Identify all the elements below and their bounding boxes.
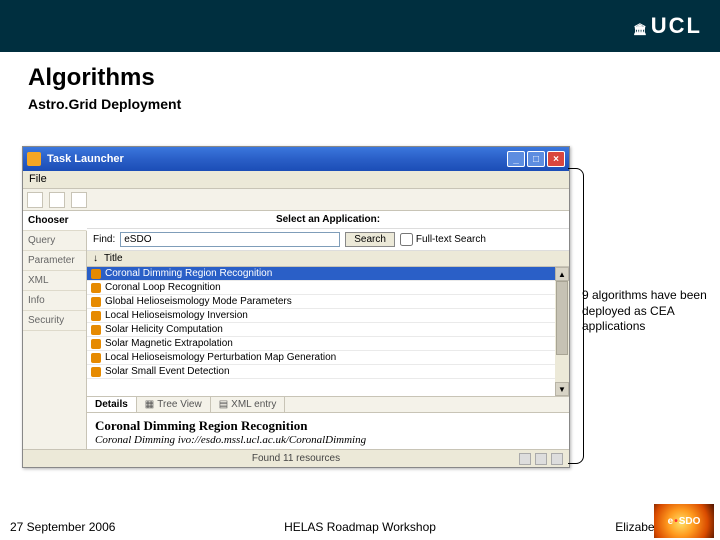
window-body: Chooser Query Parameter XML Info Securit…: [23, 211, 569, 449]
page-title: Algorithms: [28, 64, 720, 92]
window-title: Task Launcher: [47, 153, 505, 165]
scroll-thumb[interactable]: [556, 281, 568, 355]
list-item[interactable]: Local Helioseismology Perturbation Map G…: [87, 351, 569, 365]
item-icon: [91, 269, 101, 279]
status-icon-3[interactable]: [551, 453, 563, 465]
find-input[interactable]: [120, 232, 340, 247]
item-icon: [91, 367, 101, 377]
col-title[interactable]: Title: [104, 253, 123, 264]
detail-title: Coronal Dimming Region Recognition: [95, 418, 561, 434]
tree-icon: ▦: [145, 399, 154, 410]
menu-file[interactable]: File: [29, 173, 47, 185]
toolbar-icon-3[interactable]: [71, 192, 87, 208]
detail-tabs: Details ▦Tree View ▤XML entry: [87, 396, 569, 413]
maximize-button[interactable]: □: [527, 151, 545, 167]
esdo-logo: e•SDO: [654, 504, 714, 538]
list-item[interactable]: Coronal Loop Recognition: [87, 281, 569, 295]
fulltext-checkbox[interactable]: Full-text Search: [400, 233, 486, 246]
toolbar-icon-2[interactable]: [49, 192, 65, 208]
top-banner: 🏛UCL: [0, 0, 720, 52]
application-list: Coronal Dimming Region Recognition Coron…: [87, 267, 569, 396]
sort-indicator[interactable]: ↓: [93, 253, 98, 264]
footer-date: 27 September 2006: [10, 520, 180, 534]
tab-xml-entry[interactable]: ▤XML entry: [211, 397, 286, 412]
app-icon: [27, 152, 41, 166]
status-icon-2[interactable]: [535, 453, 547, 465]
xml-icon: ▤: [219, 399, 228, 410]
sidebar-item-security[interactable]: Security: [23, 311, 86, 331]
title-block: Algorithms Astro.Grid Deployment: [28, 64, 720, 112]
sidebar-item-parameter[interactable]: Parameter: [23, 251, 86, 271]
item-icon: [91, 297, 101, 307]
toolbar: [23, 189, 569, 211]
menu-bar: File: [23, 171, 569, 189]
footer: 27 September 2006 HELAS Roadmap Workshop…: [0, 520, 720, 534]
fulltext-check-input[interactable]: [400, 233, 413, 246]
sidebar-item-info[interactable]: Info: [23, 291, 86, 311]
sidebar-item-chooser[interactable]: Chooser: [23, 211, 87, 231]
list-item[interactable]: Solar Magnetic Extrapolation: [87, 337, 569, 351]
scroll-track[interactable]: [555, 281, 569, 382]
scroll-up-icon[interactable]: ▲: [555, 267, 569, 281]
select-application-heading: Select an Application:: [87, 211, 569, 229]
list-item[interactable]: Coronal Dimming Region Recognition: [87, 267, 569, 281]
annotation-text: 9 algorithms have been deployed as CEA a…: [582, 288, 714, 335]
window-titlebar[interactable]: Task Launcher _ □ ×: [23, 147, 569, 171]
find-label: Find:: [93, 234, 115, 245]
status-text: Found 11 resources: [252, 453, 340, 464]
detail-body: Coronal Dimming ivo://esdo.mssl.ucl.ac.u…: [95, 434, 561, 446]
status-bar: Found 11 resources: [23, 449, 569, 467]
sidebar-item-xml[interactable]: XML: [23, 271, 86, 291]
sidebar-item-query[interactable]: Query: [23, 231, 86, 251]
page-subtitle: Astro.Grid Deployment: [28, 96, 720, 112]
task-launcher-window: Task Launcher _ □ × File Chooser Query P…: [22, 146, 570, 468]
list-header: ↓ Title: [87, 251, 569, 267]
close-button[interactable]: ×: [547, 151, 565, 167]
scrollbar[interactable]: ▲ ▼: [555, 267, 569, 396]
search-button[interactable]: Search: [345, 232, 395, 247]
list-item[interactable]: Solar Helicity Computation: [87, 323, 569, 337]
item-icon: [91, 339, 101, 349]
list-item[interactable]: Global Helioseismology Mode Parameters: [87, 295, 569, 309]
status-icon-1[interactable]: [519, 453, 531, 465]
main-panel: Select an Application: Find: Search Full…: [87, 211, 569, 449]
ucl-logo: 🏛UCL: [633, 13, 702, 39]
toolbar-icon-1[interactable]: [27, 192, 43, 208]
detail-panel: Coronal Dimming Region Recognition Coron…: [87, 413, 569, 449]
item-icon: [91, 311, 101, 321]
item-icon: [91, 325, 101, 335]
list-item[interactable]: Solar Small Event Detection: [87, 365, 569, 379]
list-item[interactable]: Local Helioseismology Inversion: [87, 309, 569, 323]
item-icon: [91, 283, 101, 293]
footer-center: HELAS Roadmap Workshop: [180, 520, 540, 534]
item-icon: [91, 353, 101, 363]
tab-tree-view[interactable]: ▦Tree View: [137, 397, 211, 412]
minimize-button[interactable]: _: [507, 151, 525, 167]
scroll-down-icon[interactable]: ▼: [555, 382, 569, 396]
tab-details[interactable]: Details: [87, 397, 137, 412]
sidebar: Chooser Query Parameter XML Info Securit…: [23, 211, 87, 449]
find-row: Find: Search Full-text Search: [87, 229, 569, 251]
